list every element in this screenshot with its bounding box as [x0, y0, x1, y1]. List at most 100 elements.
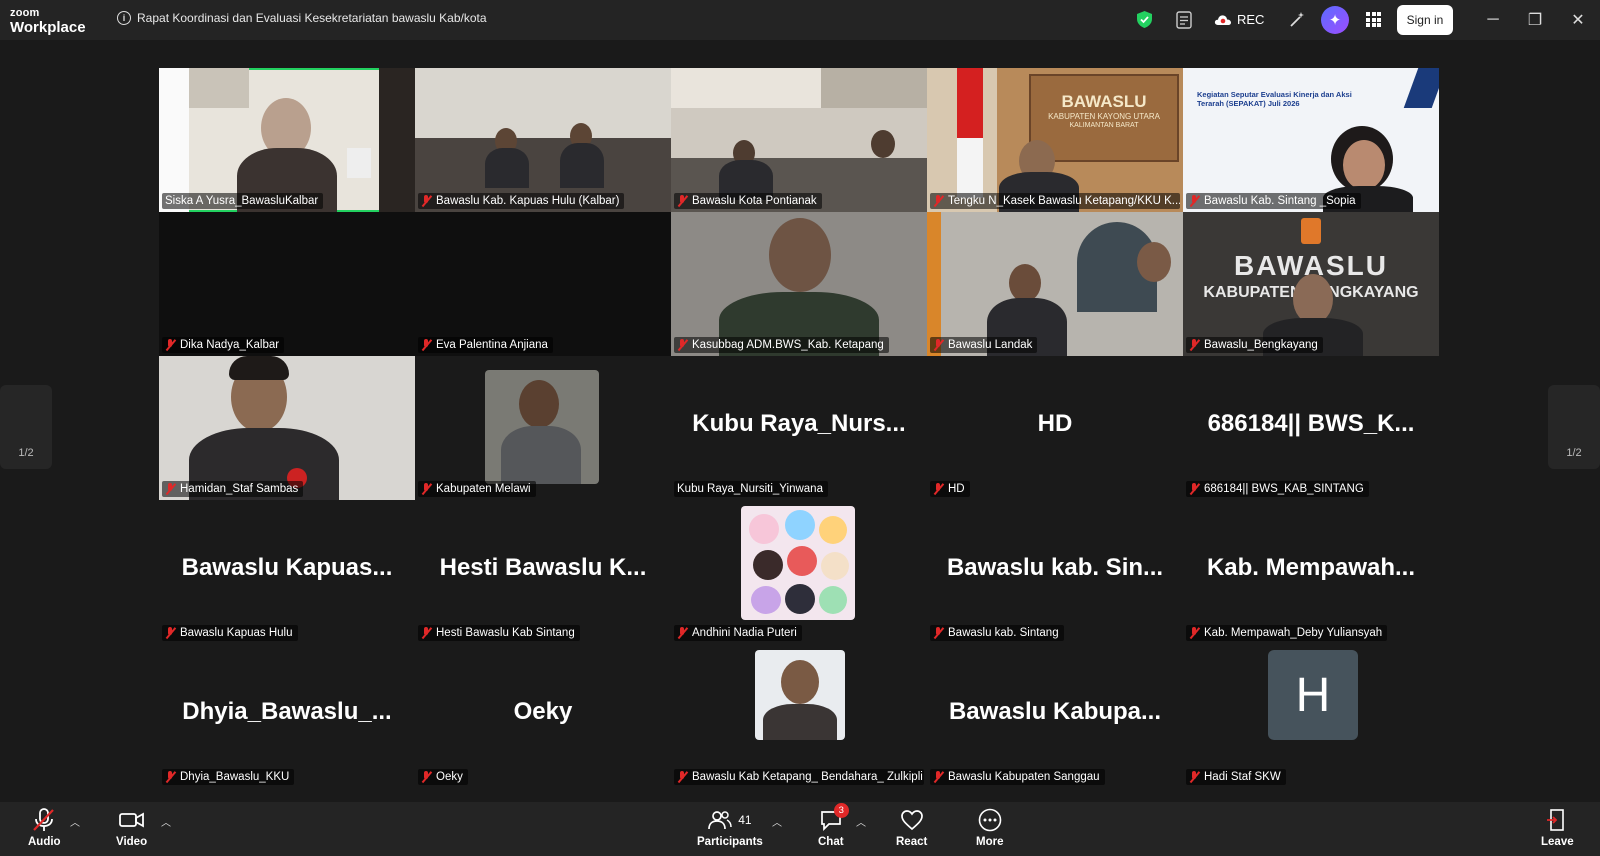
participant-tile[interactable]: Bawaslu Kapuas... Bawaslu Kapuas Hulu	[159, 500, 415, 644]
participant-display-name: Bawaslu Kapuas...	[181, 554, 393, 581]
participants-button[interactable]: 41 Participants	[697, 808, 763, 848]
participant-tile[interactable]: Andhini Nadia Puteri	[671, 500, 927, 644]
heart-icon	[900, 810, 923, 831]
muted-mic-icon	[421, 195, 432, 207]
participant-tile[interactable]: Dhyia_Bawaslu_... Dhyia_Bawaslu_KKU	[159, 644, 415, 788]
muted-mic-icon	[1189, 339, 1200, 351]
react-button[interactable]: React	[896, 808, 927, 848]
participant-tile[interactable]: Kegiatan Seputar Evaluasi Kinerja dan Ak…	[1183, 68, 1439, 212]
participant-name: Bawaslu Landak	[948, 339, 1033, 351]
muted-mic-icon	[165, 339, 176, 351]
participant-name-tag: Tengku N_Kasek Bawaslu Ketapang/KKU K...	[930, 193, 1180, 209]
participant-tile[interactable]: Kab. Mempawah... Kab. Mempawah_Deby Yuli…	[1183, 500, 1439, 644]
participant-tile[interactable]: HD HD	[927, 356, 1183, 500]
participant-tile[interactable]: Hamidan_Staf Sambas	[159, 356, 415, 500]
participant-display-name: Kab. Mempawah...	[1206, 554, 1416, 581]
participant-tile[interactable]: Bawaslu Kab Ketapang_ Bendahara_ Zulkipl…	[671, 644, 927, 788]
participant-tile[interactable]: H Hadi Staf SKW	[1183, 644, 1439, 788]
participant-tile[interactable]: Dika Nadya_Kalbar	[159, 212, 415, 356]
participant-name-tag: Hesti Bawaslu Kab Sintang	[418, 625, 580, 641]
participant-tile[interactable]: Eva Palentina Anjiana	[415, 212, 671, 356]
page-indicator-right: 1/2	[1566, 447, 1582, 459]
muted-mic-icon	[165, 483, 176, 495]
participant-name-tag: Kasubbag ADM.BWS_Kab. Ketapang	[674, 337, 889, 353]
muted-mic-icon	[933, 483, 944, 495]
magic-wand-icon[interactable]	[1288, 11, 1306, 29]
chat-label: Chat	[818, 836, 844, 848]
sign-in-button[interactable]: Sign in	[1397, 5, 1453, 35]
apps-grid-icon[interactable]	[1366, 12, 1381, 27]
participant-tile[interactable]: Siska A Yusra_BawasluKalbar	[159, 68, 415, 212]
video-button[interactable]: Video	[116, 808, 147, 848]
participant-tile[interactable]: 686184|| BWS_K... 686184|| BWS_KAB_SINTA…	[1183, 356, 1439, 500]
participant-tile[interactable]: Hesti Bawaslu K... Hesti Bawaslu Kab Sin…	[415, 500, 671, 644]
participant-tile[interactable]: Kabupaten Melawi	[415, 356, 671, 500]
restore-icon[interactable]: ❐	[1525, 10, 1545, 30]
cloud-recording-indicator[interactable]: REC	[1214, 12, 1264, 27]
participant-avatar-letter: H	[1268, 650, 1358, 740]
muted-mic-icon	[677, 339, 688, 351]
participant-display-name: Oeky	[513, 698, 573, 725]
close-icon[interactable]: ✕	[1568, 10, 1588, 30]
participant-name-tag: Kab. Mempawah_Deby Yuliansyah	[1186, 625, 1388, 641]
participant-tile[interactable]: BAWASLU KABUPATEN KAYONG UTARA KALIMANTA…	[927, 68, 1183, 212]
participant-tile[interactable]: BAWASLU KABUPATEN BENGKAYANG Bawaslu_Ben…	[1183, 212, 1439, 356]
security-shield-icon[interactable]	[1137, 11, 1152, 28]
muted-mic-icon	[933, 627, 944, 639]
muted-mic-icon	[1189, 771, 1200, 783]
participant-tile[interactable]: Bawaslu Kab. Kapuas Hulu (Kalbar)	[415, 68, 671, 212]
participant-name-tag: Oeky	[418, 769, 468, 785]
muted-mic-icon	[421, 627, 432, 639]
participant-tile[interactable]: Kubu Raya_Nurs... Kubu Raya_Nursiti_Yinw…	[671, 356, 927, 500]
tile-sign-subtext2: KALIMANTAN BARAT	[1069, 122, 1139, 129]
participant-tile[interactable]: Kasubbag ADM.BWS_Kab. Ketapang	[671, 212, 927, 356]
participant-name: Kab. Mempawah_Deby Yuliansyah	[1204, 627, 1383, 639]
participant-name: Kabupaten Melawi	[436, 483, 531, 495]
rec-label: REC	[1237, 12, 1265, 27]
notes-icon[interactable]	[1176, 11, 1192, 29]
leave-button[interactable]: Leave	[1541, 808, 1574, 848]
participant-name: Hesti Bawaslu Kab Sintang	[436, 627, 575, 639]
ai-companion-icon[interactable]: ✦	[1321, 6, 1349, 34]
audio-button[interactable]: Audio	[28, 808, 61, 848]
participant-name: Dika Nadya_Kalbar	[180, 339, 280, 351]
participant-tile[interactable]: Oeky Oeky	[415, 644, 671, 788]
participant-name: Bawaslu kab. Sintang	[948, 627, 1059, 639]
participant-tile[interactable]: Bawaslu kab. Sin... Bawaslu kab. Sintang	[927, 500, 1183, 644]
audio-options-chevron-icon[interactable]: ︿	[70, 814, 80, 829]
minimize-icon[interactable]: ─	[1483, 10, 1503, 30]
video-options-chevron-icon[interactable]: ︿	[161, 814, 171, 829]
participant-display-name: Hesti Bawaslu K...	[439, 554, 647, 581]
participant-tile[interactable]: Bawaslu Kabupa... Bawaslu Kabupaten Sang…	[927, 644, 1183, 788]
muted-mic-icon	[677, 627, 688, 639]
participant-name-tag: Dika Nadya_Kalbar	[162, 337, 285, 353]
leave-label: Leave	[1541, 836, 1574, 848]
participant-display-name: Kubu Raya_Nurs...	[692, 410, 906, 437]
participant-name: Hamidan_Staf Sambas	[180, 483, 299, 495]
meeting-toolbar: Audio ︿ Video ︿ 41 Participants ︿ 3 Chat…	[0, 802, 1600, 856]
participant-name: Bawaslu Kota Pontianak	[692, 195, 817, 207]
participant-avatar-image	[741, 506, 855, 620]
participant-name: Kubu Raya_Nursiti_Yinwana	[677, 483, 823, 495]
participant-name-tag: Andhini Nadia Puteri	[674, 625, 802, 641]
participant-name: Bawaslu_Bengkayang	[1204, 339, 1318, 351]
participant-tile[interactable]: Bawaslu Landak	[927, 212, 1183, 356]
meeting-info[interactable]: i Rapat Koordinasi dan Evaluasi Kesekret…	[117, 11, 487, 25]
chat-options-chevron-icon[interactable]: ︿	[856, 814, 866, 829]
chat-button[interactable]: 3 Chat	[818, 803, 849, 848]
participants-label: Participants	[697, 836, 763, 848]
participant-tile[interactable]: Bawaslu Kota Pontianak	[671, 68, 927, 212]
participant-name-tag: Siska A Yusra_BawasluKalbar	[162, 193, 324, 209]
participant-name-tag: HD	[930, 481, 970, 497]
participants-options-chevron-icon[interactable]: ︿	[772, 814, 782, 829]
previous-page-button[interactable]: 1/2	[0, 385, 52, 469]
participant-name: Eva Palentina Anjiana	[436, 339, 548, 351]
muted-mic-icon	[165, 627, 176, 639]
next-page-button[interactable]: 1/2	[1548, 385, 1600, 469]
more-button[interactable]: More	[976, 808, 1003, 848]
participant-name-tag: Bawaslu Kabupaten Sanggau	[930, 769, 1105, 785]
more-label: More	[976, 836, 1004, 848]
participant-name-tag: Bawaslu Kota Pontianak	[674, 193, 822, 209]
participant-name: Siska A Yusra_BawasluKalbar	[165, 195, 319, 207]
info-icon[interactable]: i	[117, 11, 131, 25]
